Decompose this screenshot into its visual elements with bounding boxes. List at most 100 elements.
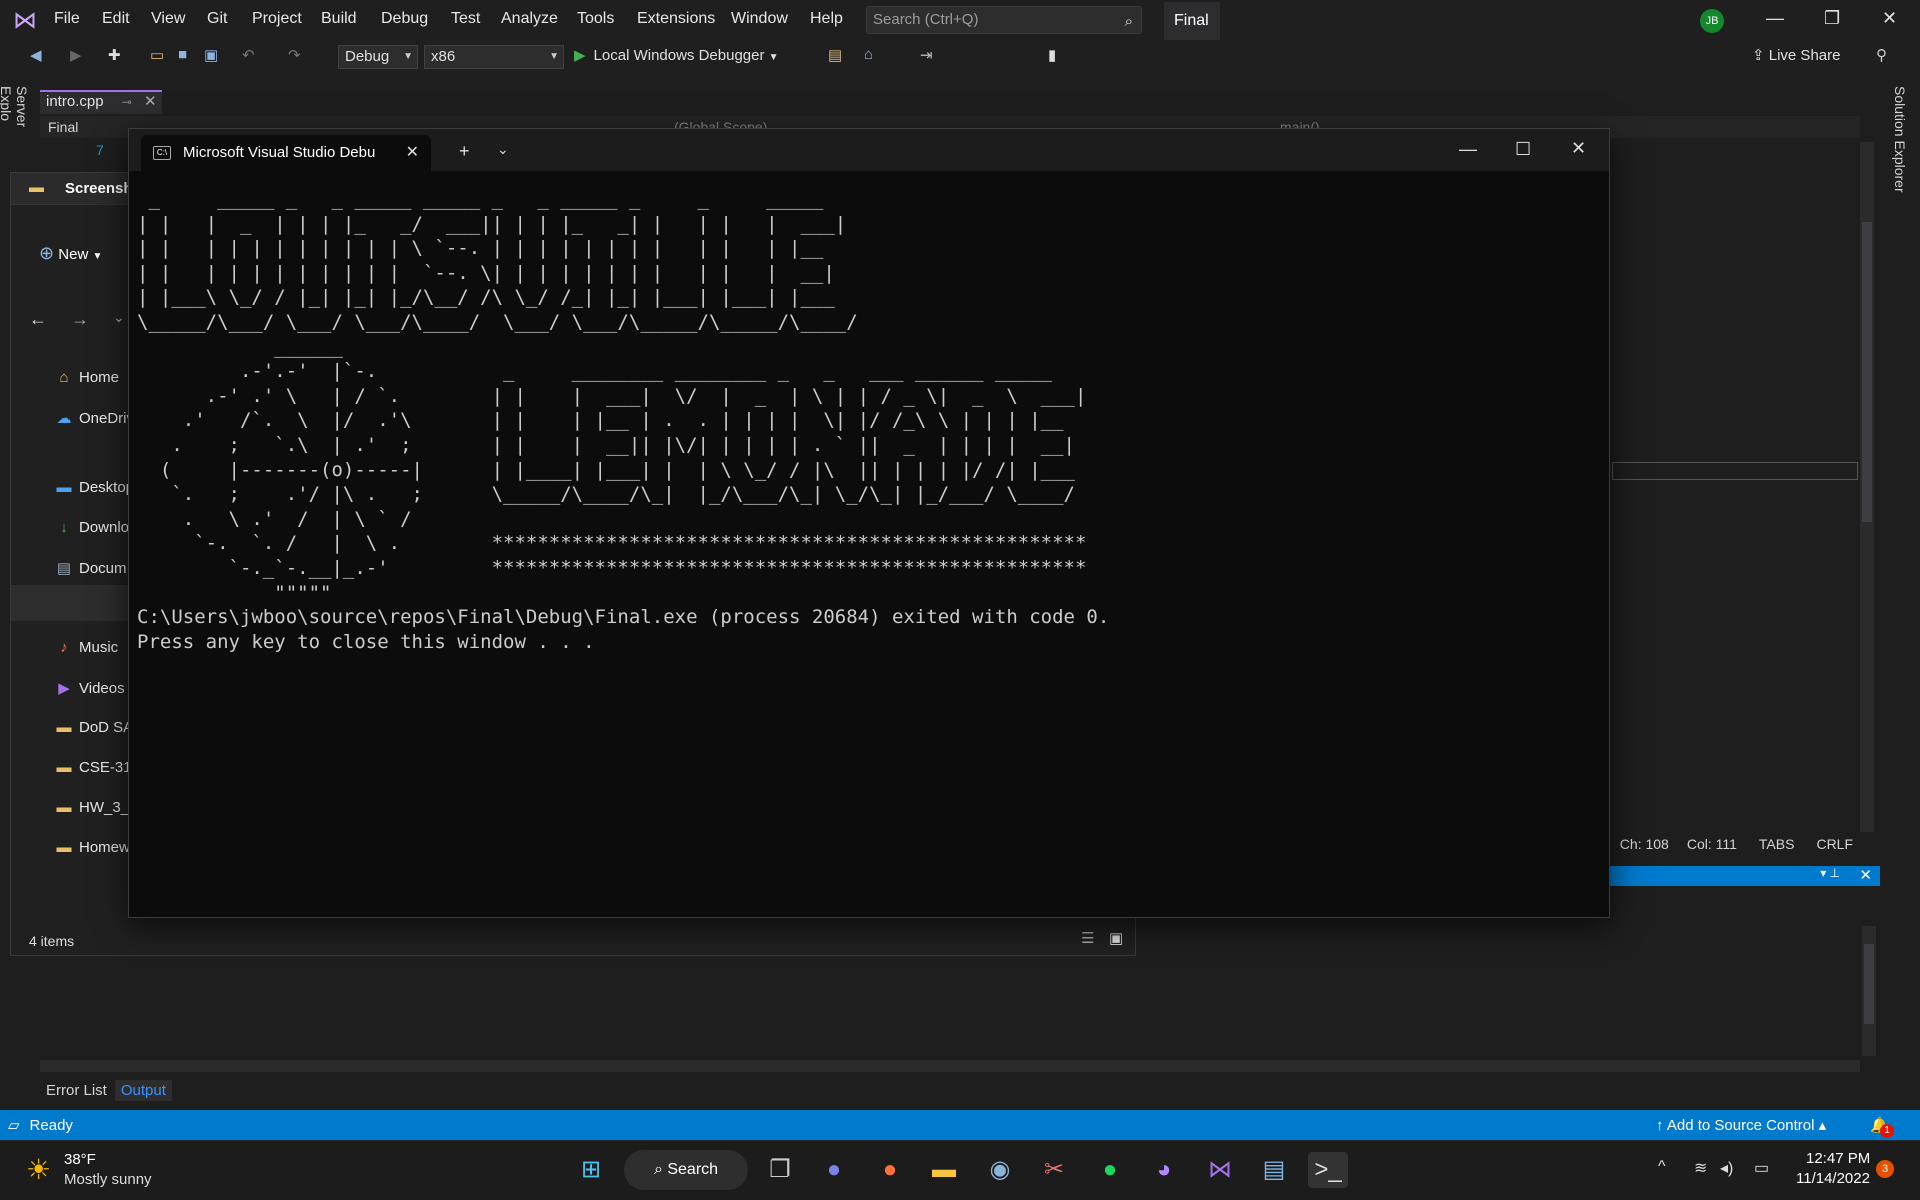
- temperature[interactable]: 38°F: [64, 1151, 96, 1168]
- menu-file[interactable]: File: [54, 10, 80, 28]
- close-icon[interactable]: ✕: [144, 93, 157, 110]
- start-icon[interactable]: ⊞: [571, 1152, 611, 1188]
- menu-view[interactable]: View: [151, 10, 185, 28]
- nav-item[interactable]: ▬ CSE-31: [55, 759, 132, 776]
- source-control-button[interactable]: ↑ Add to Source Control ▴: [1656, 1116, 1826, 1134]
- restore-icon[interactable]: ❐: [1824, 8, 1840, 29]
- new-tab-icon[interactable]: +: [459, 141, 470, 162]
- firefox-icon[interactable]: ●: [870, 1152, 910, 1188]
- notepad-icon[interactable]: ▤: [1254, 1152, 1294, 1188]
- nav-item[interactable]: ♪ Music: [55, 639, 118, 656]
- menu-build[interactable]: Build: [321, 10, 357, 28]
- nav-item[interactable]: ▬ DoD SA: [55, 719, 134, 736]
- tab-output[interactable]: Output: [114, 1079, 172, 1101]
- weather-icon[interactable]: ☀: [26, 1153, 51, 1186]
- close-icon[interactable]: ✕: [1571, 138, 1586, 159]
- chat-icon[interactable]: ●: [814, 1152, 854, 1188]
- forward-icon[interactable]: ▶: [70, 46, 82, 64]
- pin-icon[interactable]: ▾ ⊥: [1820, 866, 1840, 880]
- menu-debug[interactable]: Debug: [381, 10, 428, 28]
- open-folder-icon[interactable]: ▭: [150, 46, 164, 64]
- project-dropdown[interactable]: Final: [48, 119, 78, 135]
- debug-console-window[interactable]: C:\ Microsoft Visual Studio Debu ✕ + ⌄ — …: [128, 128, 1610, 918]
- nav-item[interactable]: ▬ Desktop: [55, 479, 135, 496]
- save-all-icon[interactable]: ▣: [204, 46, 218, 64]
- chevron-down-icon[interactable]: ⌄: [113, 309, 125, 326]
- tabs-indicator[interactable]: TABS: [1759, 836, 1795, 852]
- menu-project[interactable]: Project: [252, 10, 302, 28]
- menu-extensions[interactable]: Extensions: [637, 10, 715, 28]
- taskbar-search-button[interactable]: ⌕ Search: [624, 1150, 748, 1190]
- solution-icon[interactable]: ▤: [828, 46, 842, 64]
- nav-item[interactable]: ▶ Videos: [55, 679, 124, 697]
- notification-badge[interactable]: 3: [1876, 1160, 1894, 1178]
- menu-edit[interactable]: Edit: [102, 10, 130, 28]
- platform-dropdown[interactable]: x86 ▼: [424, 45, 564, 69]
- minimize-icon[interactable]: —: [1459, 139, 1477, 160]
- explorer-tab-title[interactable]: Screensh: [65, 180, 133, 197]
- avatar[interactable]: JB: [1700, 9, 1724, 33]
- new-button[interactable]: ⊕ New ▼: [39, 243, 102, 264]
- output-scrollbar[interactable]: [1862, 926, 1876, 1056]
- live-share-button[interactable]: ⇪ Live Share: [1752, 46, 1840, 64]
- back-arrow-icon[interactable]: ←: [29, 309, 47, 330]
- close-icon[interactable]: ✕: [1859, 866, 1872, 884]
- save-icon[interactable]: ■: [178, 46, 187, 63]
- spotify-icon[interactable]: ●: [1090, 1152, 1130, 1188]
- menu-tools[interactable]: Tools: [577, 10, 614, 28]
- chevron-down-icon[interactable]: ⌄: [497, 141, 509, 158]
- scrollbar-thumb[interactable]: [1864, 944, 1874, 1024]
- scrollbar-thumb[interactable]: [1862, 222, 1872, 522]
- chevron-up-icon[interactable]: ^: [1658, 1158, 1666, 1176]
- tab-error-list[interactable]: Error List: [46, 1082, 107, 1099]
- weather-text[interactable]: Mostly sunny: [64, 1171, 152, 1188]
- wifi-icon[interactable]: ≋: [1694, 1158, 1707, 1178]
- menu-git[interactable]: Git: [207, 10, 227, 28]
- nav-item[interactable]: ⌂ Home: [55, 369, 119, 386]
- terminal-app-icon[interactable]: >_: [1308, 1152, 1348, 1188]
- discord-icon[interactable]: ◕: [1144, 1152, 1184, 1188]
- output-h-scrollbar[interactable]: [40, 1060, 1860, 1072]
- clock-date[interactable]: 11/14/2022: [1796, 1170, 1870, 1187]
- battery-icon[interactable]: ▭: [1754, 1158, 1769, 1178]
- eol-indicator[interactable]: CRLF: [1816, 836, 1853, 852]
- tiles-view-icon[interactable]: ▣: [1109, 929, 1123, 947]
- nav-item[interactable]: ▤ Docum: [55, 559, 127, 577]
- browse-icon[interactable]: ⌂: [864, 46, 873, 63]
- tab-intro-cpp[interactable]: intro.cpp ⊸ ✕: [40, 90, 162, 114]
- minimize-icon[interactable]: —: [1766, 8, 1784, 29]
- close-icon[interactable]: ✕: [1882, 8, 1897, 29]
- file-explorer-icon[interactable]: ▬: [924, 1152, 964, 1188]
- nav-item[interactable]: ☁ OneDriv: [55, 409, 135, 427]
- step-icon[interactable]: ⇥: [920, 46, 933, 64]
- menu-window[interactable]: Window: [731, 10, 788, 28]
- configuration-dropdown[interactable]: Debug ▼: [338, 45, 418, 69]
- editor-scrollbar[interactable]: [1860, 142, 1874, 832]
- start-debugging-button[interactable]: ▶ Local Windows Debugger ▼: [574, 46, 779, 64]
- maximize-icon[interactable]: ☐: [1515, 139, 1531, 160]
- vs-search-box[interactable]: Search (Ctrl+Q) ⌕: [866, 6, 1142, 34]
- bookmark-icon[interactable]: ▮: [1048, 46, 1056, 64]
- snipping-tool-icon[interactable]: ✂: [1034, 1152, 1074, 1188]
- terminal-output[interactable]: _ _____ _ _ _____ _____ _ _ _____ _ _ __…: [137, 187, 1597, 907]
- details-view-icon[interactable]: ☰: [1081, 929, 1094, 947]
- visual-studio-icon[interactable]: ⋈: [1200, 1152, 1240, 1188]
- clock-time[interactable]: 12:47 PM: [1806, 1150, 1870, 1167]
- nav-item[interactable]: ▬ HW_3_: [55, 799, 130, 816]
- volume-icon[interactable]: ◂): [1720, 1158, 1733, 1178]
- feedback-icon[interactable]: ⚲: [1876, 46, 1887, 64]
- forward-arrow-icon[interactable]: →: [71, 309, 89, 330]
- steam-icon[interactable]: ◉: [980, 1152, 1020, 1188]
- menu-analyze[interactable]: Analyze: [501, 10, 558, 28]
- pin-icon[interactable]: ⊸: [122, 95, 132, 109]
- back-icon[interactable]: ◀: [30, 46, 42, 64]
- visual-studio-logo-icon[interactable]: ⋈: [10, 6, 40, 36]
- redo-icon[interactable]: ↷: [288, 46, 301, 64]
- terminal-tab[interactable]: C:\ Microsoft Visual Studio Debu ✕: [141, 135, 431, 171]
- nav-item[interactable]: ▬ Homew: [55, 839, 130, 856]
- nav-item[interactable]: ↓ Downlo: [55, 519, 129, 536]
- server-explorer-tab[interactable]: Server Explo: [0, 86, 30, 166]
- new-item-icon[interactable]: ✚: [108, 46, 121, 64]
- close-icon[interactable]: ✕: [406, 135, 419, 171]
- menu-help[interactable]: Help: [810, 10, 843, 28]
